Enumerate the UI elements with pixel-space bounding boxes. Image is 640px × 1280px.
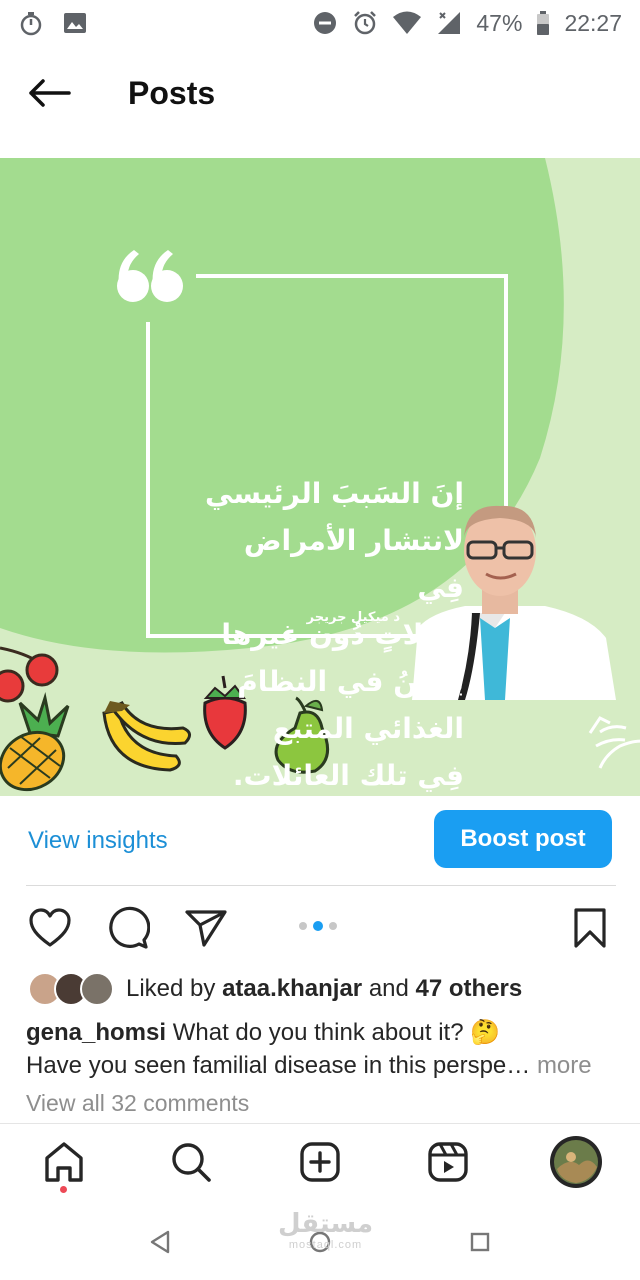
stopwatch-icon xyxy=(18,10,44,36)
caption-text: What do you think about it? 🤔 xyxy=(172,1019,501,1046)
quote-line: فِي تلك العائلات. xyxy=(232,759,464,792)
plus-square-icon xyxy=(300,1142,340,1182)
nav-search[interactable] xyxy=(163,1134,219,1190)
image-icon xyxy=(62,10,88,36)
nav-profile[interactable] xyxy=(548,1134,604,1190)
quote-line: الغذائي المتبع xyxy=(272,712,464,745)
battery-icon xyxy=(536,10,550,36)
like-button[interactable] xyxy=(26,904,74,952)
save-button[interactable] xyxy=(566,904,614,952)
caption-line2: Have you seen familial disease in this p… xyxy=(26,1052,531,1079)
carousel-dot xyxy=(299,922,307,930)
more-link[interactable]: more xyxy=(537,1052,592,1079)
carousel-dot-active xyxy=(313,921,323,931)
header: Posts xyxy=(0,46,640,140)
nav-reels[interactable] xyxy=(420,1134,476,1190)
notification-dot xyxy=(60,1186,67,1193)
status-bar: 47% 22:27 xyxy=(0,0,640,46)
share-button[interactable] xyxy=(182,904,230,952)
likes-conjunction: and xyxy=(368,975,409,1002)
view-insights-link[interactable]: View insights xyxy=(28,827,168,855)
back-button[interactable] xyxy=(24,68,74,118)
clock-time: 22:27 xyxy=(564,9,622,36)
search-icon xyxy=(172,1143,211,1182)
caption: gena_homsi What do you think about it? 🤔… xyxy=(26,1016,616,1082)
likes-prefix: Liked by xyxy=(126,975,216,1002)
home-icon xyxy=(45,1142,83,1182)
system-back-button[interactable] xyxy=(142,1224,178,1260)
triangle-back-icon xyxy=(150,1230,170,1254)
quote-line: لانتشار الأمراض فِي xyxy=(243,524,464,604)
watermark: مستقل mostaql.com xyxy=(278,1210,373,1256)
view-comments-link[interactable]: View all 32 comments xyxy=(26,1090,249,1117)
alarm-icon xyxy=(352,10,378,36)
battery-percent: 47% xyxy=(476,9,523,36)
divider xyxy=(26,885,616,886)
likes-row[interactable]: Liked by ataa.khanjar and 47 others xyxy=(28,968,522,1010)
liker-username[interactable]: ataa.khanjar xyxy=(222,975,362,1002)
likes-others[interactable]: 47 others xyxy=(416,975,523,1002)
comment-icon xyxy=(109,906,150,949)
boost-post-button[interactable]: Boost post xyxy=(434,810,612,868)
square-recents-icon xyxy=(470,1232,490,1252)
carousel-dot xyxy=(329,922,337,930)
bottom-nav xyxy=(0,1124,640,1202)
liker-avatars xyxy=(28,970,118,1008)
reels-icon xyxy=(428,1142,468,1182)
insights-row: View insights Boost post xyxy=(0,796,640,886)
likes-text: Liked by ataa.khanjar and 47 others xyxy=(126,975,522,1003)
comment-button[interactable] xyxy=(104,904,152,952)
bookmark-icon xyxy=(574,908,606,948)
avatar xyxy=(80,972,114,1006)
page-title: Posts xyxy=(128,74,216,111)
action-bar xyxy=(0,900,640,956)
quote-text: إنَ السَببَ الرئيسي لانتشار الأمراض فِي … xyxy=(196,470,464,796)
quote-line: يكمنُ في النظامَ xyxy=(237,665,464,698)
heart-icon xyxy=(29,908,71,947)
system-recents-button[interactable] xyxy=(462,1224,498,1260)
nav-home[interactable] xyxy=(36,1134,92,1190)
post-image[interactable]: إنَ السَببَ الرئيسي لانتشار الأمراض فِي … xyxy=(0,158,640,796)
paper-plane-icon xyxy=(185,910,227,947)
dnd-icon xyxy=(312,10,338,36)
watermark-sub: mostaql.com xyxy=(288,1239,363,1251)
arrow-left-icon xyxy=(29,79,71,107)
carousel-indicator xyxy=(299,921,337,931)
quote-line: إنَ السَببَ الرئيسي xyxy=(205,477,464,510)
nav-create[interactable] xyxy=(292,1134,348,1190)
wifi-icon xyxy=(392,10,422,36)
caption-username[interactable]: gena_homsi xyxy=(26,1019,166,1046)
quote-author: د ميكيل جريجر xyxy=(306,610,400,625)
profile-avatar xyxy=(550,1136,602,1188)
signal-icon xyxy=(436,10,462,36)
